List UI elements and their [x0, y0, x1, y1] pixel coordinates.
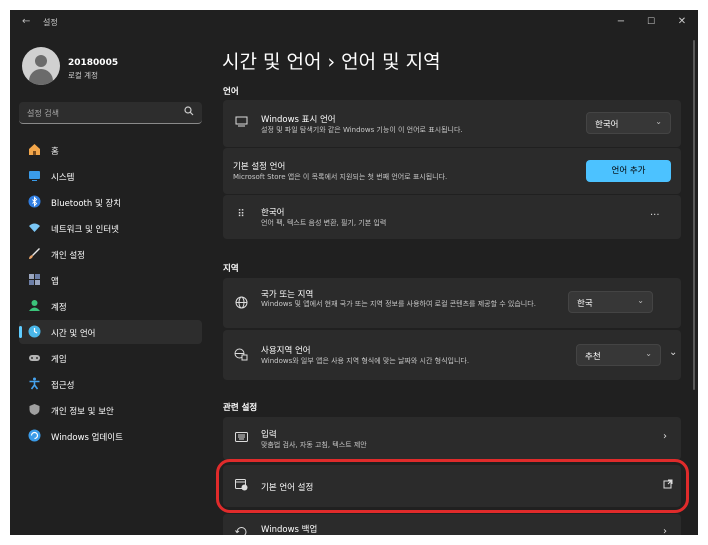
sidebar-item-label: Bluetooth 및 장치: [51, 199, 122, 209]
regional-format-title: 사용지역 언어: [261, 346, 311, 356]
sidebar-item-accounts[interactable]: 계정: [19, 294, 202, 318]
sidebar-item-network[interactable]: 네트워크 및 인터넷: [19, 216, 202, 240]
regional-format-dropdown[interactable]: 추천 ⌄: [576, 344, 661, 366]
korean-language-card[interactable]: ⠿ 한국어 언어 팩, 텍스트 음성 변환, 필기, 기본 입력 ···: [223, 195, 681, 239]
sidebar-item-personalization[interactable]: 개인 설정: [19, 242, 202, 266]
dropdown-value: 추천: [585, 352, 601, 362]
window-title: 설정: [43, 18, 58, 27]
section-title-language: 언어: [223, 87, 239, 97]
country-region-card: 국가 또는 지역 Windows 및 앱에서 현재 국가 또는 지역 정보를 사…: [223, 278, 681, 328]
avatar[interactable]: [22, 47, 60, 85]
bluetooth-icon: [27, 195, 41, 209]
sidebar-item-windows-update[interactable]: Windows 업데이트: [19, 424, 202, 448]
typing-desc: 맞춤법 검사, 자동 고침, 텍스트 제안: [261, 441, 367, 449]
chevron-down-icon: ⌄: [645, 349, 652, 358]
gaming-icon: [27, 351, 41, 365]
sidebar-item-time-language[interactable]: 시간 및 언어: [19, 320, 202, 344]
home-icon: [27, 143, 41, 157]
sidebar-item-label: 개인 설정: [51, 251, 85, 261]
sidebar-item-privacy[interactable]: 개인 정보 및 보안: [19, 398, 202, 422]
typing-title: 입력: [261, 430, 277, 440]
globe-icon: [233, 296, 249, 312]
avatar-body: [29, 69, 53, 85]
profile-name: 20180005: [68, 58, 119, 68]
page-title: 시간 및 언어 › 언어 및 지역: [222, 51, 441, 73]
maximize-button[interactable]: ☐: [640, 14, 662, 30]
title-bar: ← 설정 − ☐ ✕: [10, 10, 698, 36]
update-icon: [27, 429, 41, 443]
highlight-annotation: [216, 459, 689, 513]
minimize-button[interactable]: −: [610, 14, 632, 30]
section-title-region: 지역: [223, 264, 239, 274]
preferred-languages-desc: Microsoft Store 앱은 이 목록에서 지원되는 첫 번째 언어로 …: [233, 173, 448, 181]
sidebar-item-label: 개인 정보 및 보안: [51, 407, 114, 417]
korean-language-title: 한국어: [261, 208, 285, 218]
sidebar-item-accessibility[interactable]: 접근성: [19, 372, 202, 396]
sidebar-item-label: 앱: [51, 277, 59, 287]
display-language-title: Windows 표시 언어: [261, 115, 336, 125]
monitor-icon: [233, 116, 249, 130]
sidebar-item-label: 시스템: [51, 173, 75, 183]
search-icon[interactable]: [184, 106, 194, 119]
sidebar-item-label: 게임: [51, 355, 67, 365]
typing-card[interactable]: 입력 맞춤법 검사, 자동 고침, 텍스트 제안 ›: [223, 417, 681, 460]
drag-handle-icon[interactable]: ⠿: [233, 209, 249, 220]
apps-icon: [27, 273, 41, 287]
backup-icon: [233, 526, 249, 535]
country-dropdown[interactable]: 한국 ⌄: [568, 291, 653, 313]
add-language-button[interactable]: 언어 추가: [586, 160, 671, 182]
keyboard-icon: [233, 432, 249, 445]
sidebar-item-bluetooth[interactable]: Bluetooth 및 장치: [19, 190, 202, 214]
expand-chevron-icon[interactable]: ⌄: [669, 347, 677, 358]
regional-format-card[interactable]: 사용지역 언어 Windows와 일부 앱은 사용 지역 형식에 맞는 날짜와 …: [223, 330, 681, 380]
search-box[interactable]: 설정 검색: [19, 102, 202, 124]
avatar-head: [35, 55, 47, 67]
display-language-dropdown[interactable]: 한국어 ⌄: [586, 112, 671, 134]
chevron-down-icon: ⌄: [655, 117, 662, 126]
sidebar-item-gaming[interactable]: 게임: [19, 346, 202, 370]
preferred-languages-title: 기본 설정 언어: [233, 162, 286, 172]
sidebar-item-label: 접근성: [51, 381, 75, 391]
profile-account-type: 로컬 계정: [68, 71, 98, 80]
close-button[interactable]: ✕: [671, 14, 693, 30]
sidebar-item-system[interactable]: 시스템: [19, 164, 202, 188]
back-button[interactable]: ←: [22, 16, 30, 27]
korean-language-desc: 언어 팩, 텍스트 음성 변환, 필기, 기본 입력: [261, 219, 387, 227]
more-options-icon[interactable]: ···: [650, 210, 660, 221]
regional-format-icon: [233, 348, 249, 364]
account-icon: [27, 299, 41, 313]
shield-icon: [27, 403, 41, 417]
windows-backup-card[interactable]: Windows 백업 ›: [223, 514, 681, 535]
sidebar-item-home[interactable]: 홈: [19, 138, 202, 162]
time-language-icon: [27, 325, 41, 339]
chevron-down-icon: ⌄: [637, 296, 644, 305]
network-icon: [27, 221, 41, 235]
accessibility-icon: [27, 377, 41, 391]
preferred-languages-card: 기본 설정 언어 Microsoft Store 앱은 이 목록에서 지원되는 …: [223, 148, 681, 194]
brush-icon: [27, 247, 41, 261]
sidebar-item-label: 네트워크 및 인터넷: [51, 225, 119, 235]
system-icon: [27, 169, 41, 183]
sidebar-item-label: 계정: [51, 303, 67, 313]
country-region-desc: Windows 및 앱에서 현재 국가 또는 지역 정보를 사용하여 로컬 콘텐…: [261, 300, 536, 308]
section-title-related-settings: 관련 설정: [223, 403, 258, 413]
display-language-desc: 설정 및 파일 탐색기와 같은 Windows 기능이 이 언어로 표시됩니다.: [261, 126, 463, 134]
chevron-right-icon: ›: [663, 526, 667, 535]
sidebar-item-label: 시간 및 언어: [51, 329, 96, 339]
sidebar-item-apps[interactable]: 앱: [19, 268, 202, 292]
regional-format-desc: Windows와 일부 앱은 사용 지역 형식에 맞는 날짜와 시간 형식입니다…: [261, 357, 470, 365]
display-language-card: Windows 표시 언어 설정 및 파일 탐색기와 같은 Windows 기능…: [223, 100, 681, 147]
active-indicator: [19, 326, 22, 338]
search-input[interactable]: 설정 검색: [27, 108, 59, 119]
dropdown-value: 한국어: [595, 120, 619, 130]
windows-backup-title: Windows 백업: [261, 525, 318, 535]
chevron-right-icon: ›: [663, 431, 667, 442]
scrollbar[interactable]: [693, 40, 695, 390]
dropdown-value: 한국: [577, 299, 593, 309]
sidebar-item-label: 홈: [51, 147, 59, 157]
sidebar-item-label: Windows 업데이트: [51, 433, 123, 443]
settings-window: ← 설정 − ☐ ✕ 20180005 로컬 계정 설정 검색 홈 시스템 Bl…: [10, 10, 698, 535]
